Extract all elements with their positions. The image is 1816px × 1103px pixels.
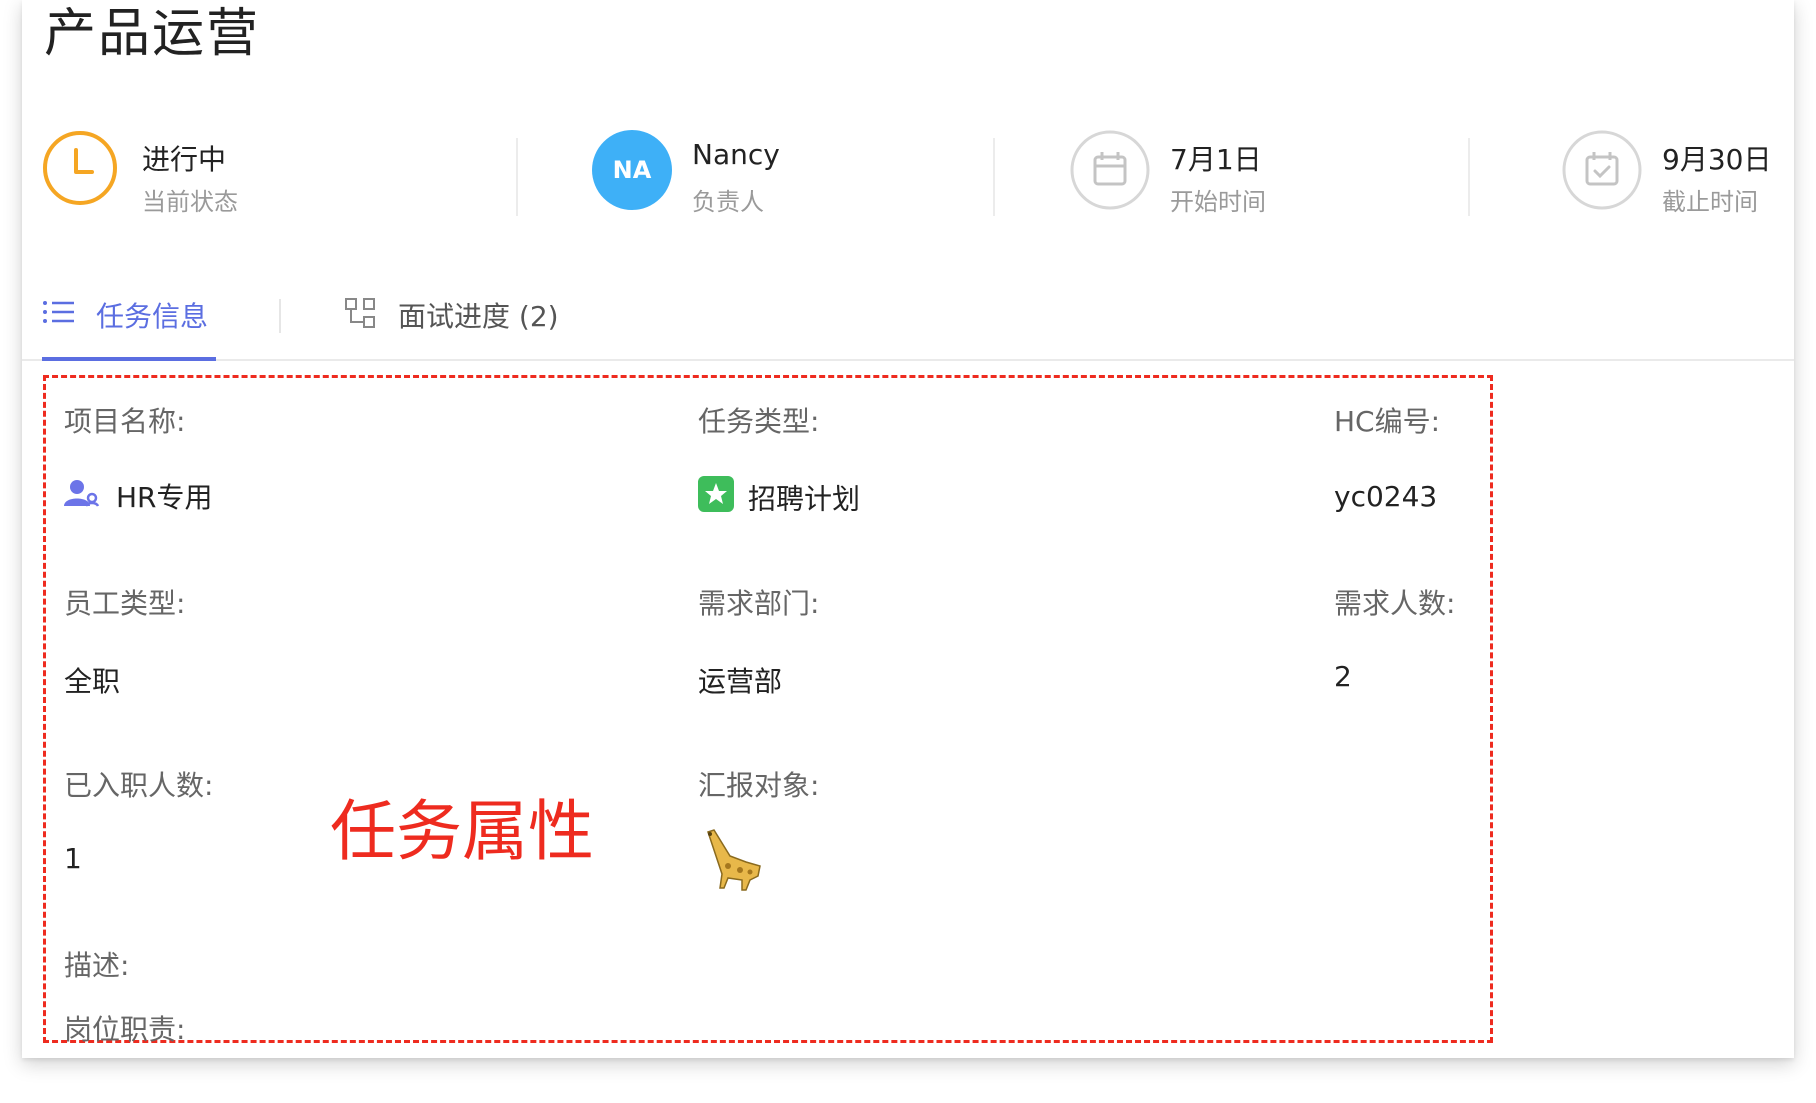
deadline-value: 9月30日 <box>1662 143 1772 176</box>
page-title: 产品运营 <box>44 4 261 64</box>
deadline-caption: 截止时间 <box>1662 188 1758 216</box>
report-to-label: 汇报对象: <box>698 769 820 802</box>
giraffe-avatar[interactable] <box>700 826 770 899</box>
flow-chart-icon <box>344 297 378 336</box>
employee-type-label: 员工类型: <box>64 587 186 620</box>
clock-icon <box>42 130 118 206</box>
task-type-label: 任务类型: <box>698 405 820 438</box>
project-name-value: HR专用 <box>64 476 213 516</box>
hc-number-label: HC编号: <box>1334 405 1441 438</box>
department-value: 运营部 <box>698 665 783 698</box>
star-badge-icon <box>698 476 734 519</box>
task-type-text: 招聘计划 <box>748 482 861 516</box>
stat-divider <box>516 138 518 216</box>
headcount-value: 2 <box>1334 660 1352 693</box>
department-label: 需求部门: <box>698 587 820 620</box>
headcount-label: 需求人数: <box>1334 587 1456 620</box>
onboarded-label: 已入职人数: <box>64 769 214 802</box>
start-date-value: 7月1日 <box>1170 143 1262 176</box>
project-name-text: HR专用 <box>116 481 213 514</box>
owner-caption: 负责人 <box>692 188 764 216</box>
user-group-icon <box>64 478 102 515</box>
calendar-check-icon <box>1562 130 1642 210</box>
active-tab-indicator <box>42 357 216 361</box>
task-type-value: 招聘计划 <box>698 476 860 519</box>
start-date-caption: 开始时间 <box>1170 188 1266 216</box>
stat-divider <box>1468 138 1470 216</box>
status-value: 进行中 <box>142 143 227 176</box>
tab-label: 面试进度 (2) <box>398 300 559 333</box>
stat-divider <box>993 138 995 216</box>
onboarded-value: 1 <box>64 842 82 875</box>
employee-type-value: 全职 <box>64 665 121 698</box>
tab-divider <box>279 299 281 333</box>
list-icon <box>42 297 76 334</box>
status-row: 进行中 当前状态 NA Nancy 负责人 7月1日 开始时间 9月30日 截止… <box>0 120 1816 230</box>
avatar[interactable]: NA <box>592 130 672 210</box>
tab-label: 任务信息 <box>96 300 209 333</box>
annotation-label: 任务属性 <box>330 793 594 870</box>
project-name-label: 项目名称: <box>64 405 186 438</box>
hc-number-value: yc0243 <box>1334 480 1438 513</box>
responsibilities-label: 岗位职责: <box>64 1013 186 1046</box>
owner-name: Nancy <box>692 138 780 171</box>
description-label: 描述: <box>64 949 130 982</box>
tab-bar: 任务信息 面试进度 (2) <box>22 275 1794 361</box>
calendar-icon <box>1070 130 1150 210</box>
status-caption: 当前状态 <box>142 188 238 216</box>
